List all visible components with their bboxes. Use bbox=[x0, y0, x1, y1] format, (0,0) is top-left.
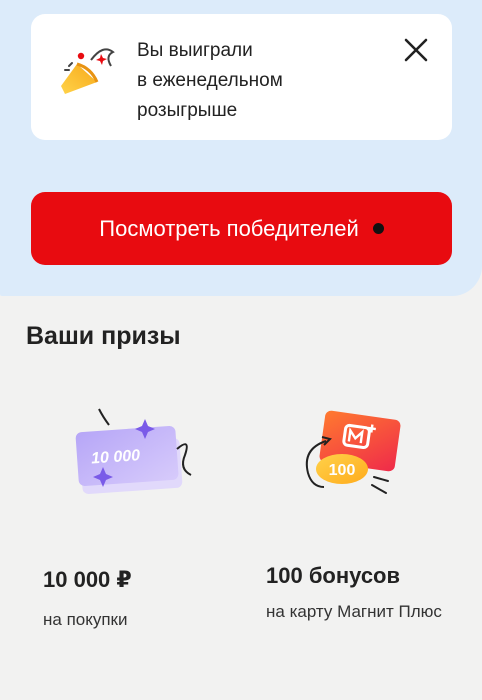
prize-description: на карту Магнит Плюс bbox=[266, 602, 442, 621]
view-winners-button[interactable]: Посмотреть победителей bbox=[31, 192, 452, 265]
win-notification-card: Вы выиграли в еженедельном розыгрыше bbox=[31, 14, 452, 140]
party-popper-icon bbox=[51, 42, 123, 114]
top-panel: Вы выиграли в еженедельном розыгрыше Пос… bbox=[0, 0, 482, 296]
bonus-badge-amount: 100 bbox=[329, 462, 356, 479]
prize-card-money[interactable]: 10 000 10 000 ₽ на покупки bbox=[43, 395, 263, 655]
prize-value: 100 бонусов bbox=[266, 563, 401, 588]
notification-dot bbox=[372, 223, 384, 234]
notice-line-2: в еженедельном bbox=[137, 70, 283, 91]
notice-line-1: Вы выиграли bbox=[137, 40, 253, 61]
gift-card-icon: 10 000 bbox=[73, 407, 223, 502]
prize-description: на покупки bbox=[43, 610, 128, 629]
magnit-plus-bonus-icon: 100 bbox=[300, 407, 430, 512]
view-winners-label: Посмотреть победителей bbox=[99, 215, 359, 241]
prize-value: 10 000 ₽ bbox=[43, 567, 132, 592]
notice-line-3: розыгрыше bbox=[137, 100, 238, 121]
close-button[interactable] bbox=[398, 32, 434, 68]
prize-card-bonuses[interactable]: 100 100 бонусов на карту Магнит Плюс bbox=[266, 395, 482, 655]
gift-card-amount: 10 000 bbox=[91, 447, 141, 467]
close-icon bbox=[404, 38, 428, 62]
win-notification-text: Вы выиграли в еженедельном розыгрыше bbox=[137, 36, 377, 126]
prizes-section-title: Ваши призы bbox=[26, 322, 181, 350]
